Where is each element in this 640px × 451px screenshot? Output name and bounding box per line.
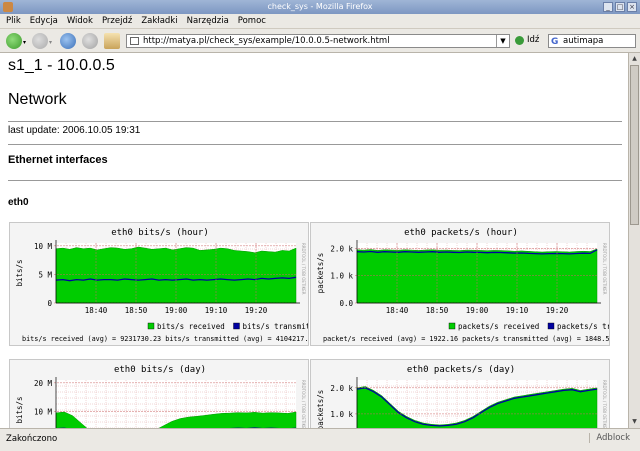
menu-go[interactable]: Przejdź [102, 16, 132, 26]
minimize-button[interactable]: _ [603, 2, 613, 12]
forward-arrow-icon[interactable] [32, 33, 48, 49]
legend-swatch [547, 322, 555, 330]
chart-title: eth0 packets/s (hour) [404, 228, 518, 238]
rrdtool-credit: RRDTOOL / TOBI OETIKER [301, 243, 306, 295]
url-dropdown-icon[interactable]: ▼ [496, 35, 509, 47]
last-update: last update: 2006.10.05 19:31 [8, 125, 141, 136]
y-tick-label: 1.0 k [330, 272, 353, 281]
close-button[interactable]: × [627, 2, 637, 12]
menu-bar: Plik Edycja Widok Przejdź Zakładki Narzę… [0, 14, 640, 29]
x-tick-label: 19:00 [165, 306, 188, 315]
rrdtool-credit: RRDTOOL / TOBI OETIKER [602, 380, 607, 428]
legend-label: packets/s received [458, 322, 539, 331]
y-tick-label: 20 M [34, 379, 53, 388]
menu-help[interactable]: Pomoc [238, 16, 266, 26]
y-tick-label: 10 M [34, 242, 53, 251]
x-tick-label: 19:20 [546, 306, 569, 315]
scroll-down-icon[interactable]: ▼ [630, 417, 639, 427]
window-titlebar: check_sys - Mozilla Firefox _ □ × [0, 0, 640, 14]
y-axis-label: packets/s [316, 390, 325, 428]
stop-icon[interactable] [82, 33, 98, 49]
divider [8, 180, 622, 181]
legend-label: packets/s transmitted [557, 322, 609, 331]
menu-tools[interactable]: Narzędzia [187, 16, 229, 26]
x-tick-label: 19:20 [245, 306, 268, 315]
chart-packets-hour: eth0 packets/s (hour) packets/s RRDTOOL / … [310, 222, 610, 346]
chart-footer: packet/s received (avg) = 1922.16 packet… [323, 335, 609, 343]
back-arrow-icon[interactable] [6, 33, 22, 49]
menu-file[interactable]: Plik [6, 16, 21, 26]
reload-icon[interactable] [60, 33, 76, 49]
scroll-thumb[interactable] [630, 65, 639, 225]
y-tick-label: 0 [47, 299, 52, 308]
go-label: Idź [527, 35, 540, 45]
x-tick-label: 18:40 [386, 306, 409, 315]
adblock-label[interactable]: Adblock [589, 433, 630, 443]
search-engine-icon[interactable]: G [551, 36, 558, 48]
page-content: s1_1 - 10.0.0.5 Network last update: 200… [0, 53, 628, 428]
rrdtool-credit: RRDTOOL / TOBI OETIKER [301, 380, 306, 428]
menu-view[interactable]: Widok [67, 16, 93, 26]
chart-bits-day: eth0 bits/s (day) bits/s RRDTOOL / TOBI OE… [9, 359, 309, 428]
chart-packets-day: eth0 packets/s (day) packets/s RRDTOOL / T… [310, 359, 610, 428]
divider [8, 121, 622, 122]
search-input[interactable]: G autimapa [548, 34, 636, 48]
status-text: Zakończono [6, 434, 58, 444]
legend-label: bits/s transmitted [243, 322, 309, 331]
chart-bits-hour: eth0 bits/s (hour) bits/s RRDTOOL / TOBI O… [9, 222, 309, 346]
url-text: http://matya.pl/check_sys/example/10.0.0… [143, 36, 390, 46]
status-bar: Zakończono Adblock [0, 428, 640, 451]
chart-title: eth0 bits/s (hour) [111, 228, 209, 238]
chart-footer: bits/s received (avg) = 9231730.23 bits/… [22, 335, 308, 343]
y-axis-label: bits/s [15, 259, 24, 286]
forward-dropdown-icon[interactable]: ▾ [49, 39, 52, 46]
x-tick-label: 18:50 [426, 306, 449, 315]
subsection-title: Ethernet interfaces [8, 154, 108, 166]
vertical-scrollbar[interactable]: ▲ ▼ [628, 53, 640, 428]
home-icon[interactable] [104, 33, 120, 49]
legend-swatch [147, 322, 155, 330]
y-axis-label: bits/s [15, 396, 24, 423]
window-menu-icon[interactable] [3, 2, 13, 12]
y-tick-label: 10 M [34, 407, 53, 416]
section-title: Network [8, 91, 67, 108]
host-title: s1_1 - 10.0.0.5 [8, 57, 115, 74]
window-title: check_sys - Mozilla Firefox [267, 2, 373, 11]
go-button[interactable]: Idź [515, 35, 539, 45]
y-axis-label: packets/s [316, 253, 325, 294]
menu-edit[interactable]: Edycja [30, 16, 58, 26]
y-tick-label: 0.0 [339, 299, 353, 308]
url-bar[interactable]: http://matya.pl/check_sys/example/10.0.0… [126, 34, 510, 48]
menu-bookmarks[interactable]: Zakładki [141, 16, 177, 26]
divider [8, 144, 622, 145]
maximize-button[interactable]: □ [615, 2, 625, 12]
search-value: autimapa [563, 36, 604, 46]
y-tick-label: 2.0 k [330, 244, 353, 253]
back-dropdown-icon[interactable]: ▾ [23, 39, 26, 46]
scroll-up-icon[interactable]: ▲ [630, 54, 639, 64]
legend-label: bits/s received [157, 322, 225, 331]
y-tick-label: 5 M [38, 270, 52, 279]
legend-swatch [233, 322, 240, 330]
x-tick-label: 18:40 [85, 306, 108, 315]
rrdtool-credit: RRDTOOL / TOBI OETIKER [602, 243, 607, 295]
y-tick-label: 2.0 k [330, 384, 353, 393]
x-tick-label: 18:50 [125, 306, 148, 315]
navigation-toolbar: ▾ ▾ http://matya.pl/check_sys/example/10… [0, 29, 640, 53]
x-tick-label: 19:00 [466, 306, 489, 315]
page-favicon-icon [130, 37, 139, 45]
x-tick-label: 19:10 [205, 306, 228, 315]
x-tick-label: 19:10 [506, 306, 529, 315]
y-tick-label: 1.0 k [330, 410, 353, 419]
chart-title: eth0 packets/s (day) [407, 365, 515, 375]
legend-swatch [448, 322, 456, 330]
interface-title: eth0 [8, 197, 29, 208]
go-icon [515, 35, 524, 45]
chart-title: eth0 bits/s (day) [114, 365, 206, 375]
